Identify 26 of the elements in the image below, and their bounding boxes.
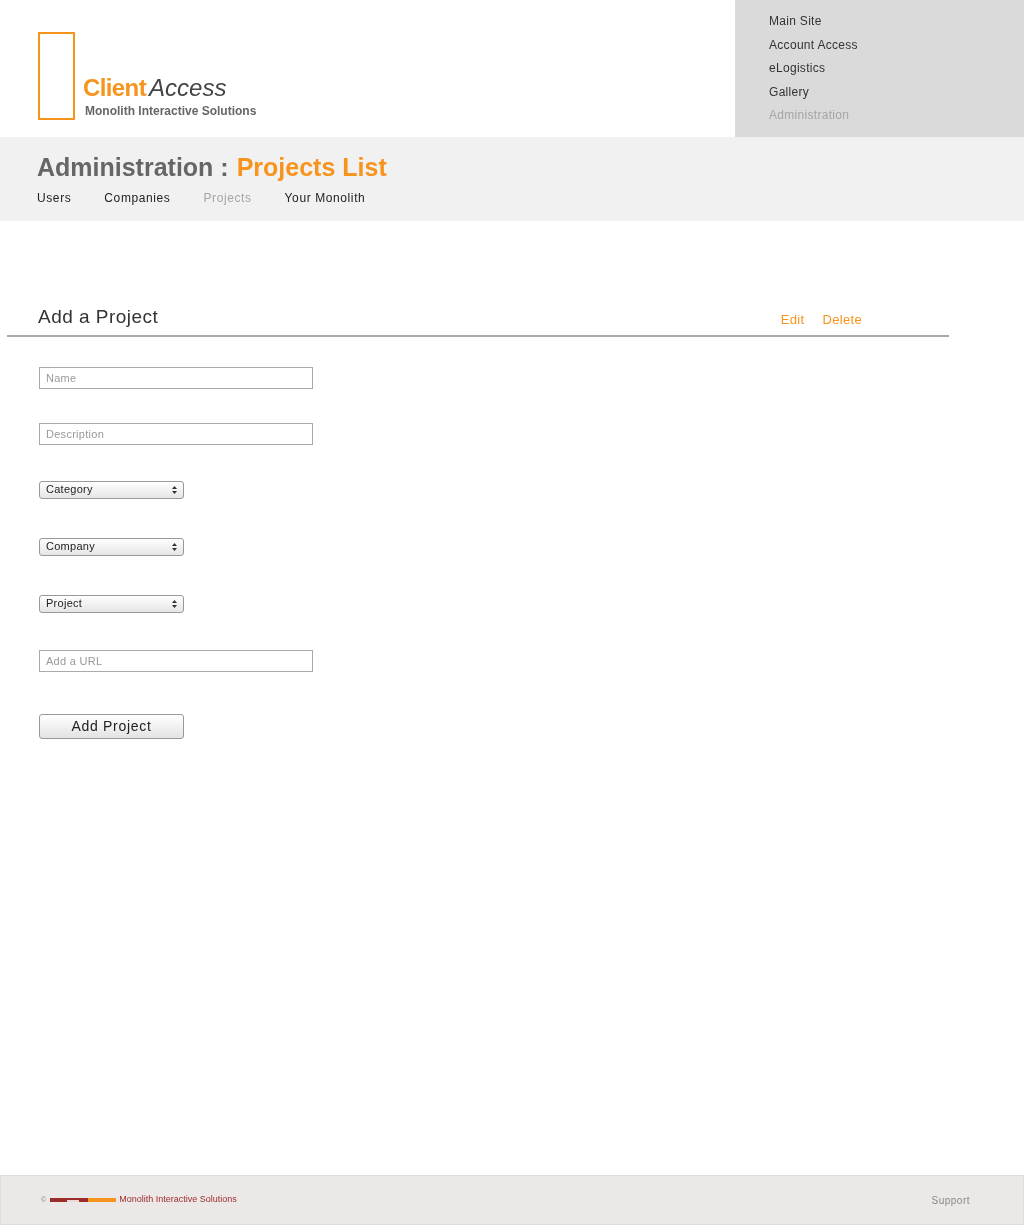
site-nav-link[interactable]: eLogistics [769, 60, 826, 78]
select-dropdown[interactable]: Company [39, 537, 184, 556]
sub-nav-link[interactable]: Your Monolith [284, 189, 366, 207]
logo-frame-icon [38, 32, 75, 120]
logo-company: Monolith Interactive Solutions [85, 103, 257, 120]
add-project-button[interactable]: Add Project [39, 713, 184, 739]
text-field[interactable]: Description [39, 422, 313, 445]
site-nav-link[interactable]: Gallery [769, 83, 810, 101]
page-title: Projects List [236, 152, 387, 182]
updown-caret-icon [172, 542, 177, 551]
footer-company: Monolith Interactive Solutions [119, 1193, 237, 1207]
updown-caret-icon [172, 485, 177, 494]
text-field[interactable]: Name [39, 366, 313, 389]
site-nav-link[interactable]: Main Site [769, 13, 822, 31]
updown-caret-icon [172, 599, 177, 608]
sub-nav-link[interactable]: Companies [104, 189, 171, 207]
select-dropdown[interactable]: Category [39, 480, 184, 499]
text-field[interactable]: Add a URL [39, 649, 313, 672]
form-title: Add a Project [38, 305, 159, 329]
logo-brand: Client [83, 76, 147, 100]
section-title: Administration : [37, 152, 229, 182]
site-nav-link[interactable]: Account Access [769, 36, 858, 54]
footer-logo-icon [50, 1198, 117, 1202]
select-dropdown[interactable]: Project [39, 594, 184, 613]
logo-product: Access [149, 76, 227, 100]
sub-nav-link[interactable]: Users [37, 189, 72, 207]
